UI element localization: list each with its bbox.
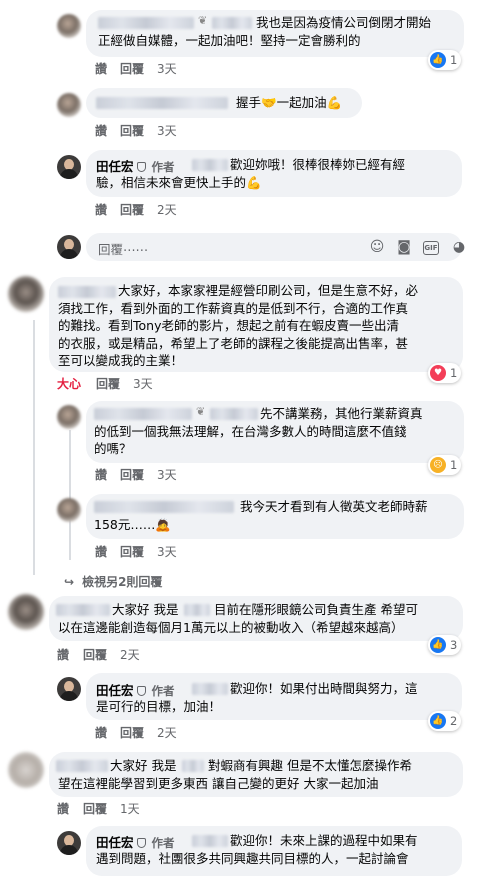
like-button[interactable]: 讚 [57,800,69,817]
reply-button[interactable]: 回覆 [120,466,144,483]
comment-text: 先不講業務，其他行業薪資真 的低到一個我無法理解，在台灣多數人的時間這麼不值錢 … [94,406,423,456]
like-button[interactable]: 讚 [95,60,107,77]
reaction-count[interactable]: 👍 1 [428,50,462,70]
sticker-icon[interactable]: ◕ [450,238,468,256]
reply-button[interactable]: 回覆 [83,800,107,817]
comment-text: 目前在隱形眼鏡公司負責生產 希望可 以在這邊能創造每個月1萬元以上的被動收入（希… [58,602,418,635]
thread-line [69,430,71,560]
comment-text: 歡迎你！未來上課的過程中如果有 遇到問題，社團很多共同興趣共同目標的人，一起討論… [96,833,418,866]
reply-arrow-icon: ↪ [64,575,75,589]
comment-text: 握手🤝一起加油💪 [236,95,343,110]
avatar[interactable] [57,677,81,701]
like-button[interactable]: 讚 [95,724,107,741]
like-button[interactable]: 讚 [95,466,107,483]
timestamp[interactable]: 2天 [157,724,177,741]
reply-button[interactable]: 回覆 [120,543,144,560]
timestamp[interactable]: 3天 [157,466,177,483]
reply-button[interactable]: 回覆 [83,646,107,663]
emoji-icon[interactable]: ☺ [368,238,386,256]
avatar[interactable] [57,831,81,855]
reply-button[interactable]: 回覆 [96,375,120,392]
like-button[interactable]: 讚 [95,543,107,560]
comment-text: 我今天才看到有人徵英文老師時薪 158元……🙇 [94,499,428,532]
timestamp[interactable]: 3天 [133,375,153,392]
like-button[interactable]: 讚 [95,122,107,139]
reaction-count[interactable]: ♥ 1 [428,363,462,383]
comment-text: 對蝦商有興趣 但是不太懂怎麼操作希 望在這裡能學習到更多東西 讓自己變的更好 大… [58,758,412,791]
avatar[interactable] [8,752,44,788]
like-reaction-icon: 👍 [430,637,446,653]
comment-text: 我也是因為疫情公司倒閉才開始 正經做自媒體，一起加油吧！堅持一定會勝利的 [98,15,432,48]
timestamp[interactable]: 1天 [120,800,140,817]
love-button[interactable]: 大心 [57,375,81,392]
reaction-count[interactable]: 👍 3 [428,635,462,655]
timestamp[interactable]: 3天 [157,60,177,77]
timestamp[interactable]: 2天 [120,646,140,663]
current-user-avatar [57,235,81,259]
gif-icon[interactable]: GIF [423,241,439,255]
like-reaction-icon: 👍 [430,713,446,729]
comment-text: 大家好，本家家裡是經營印刷公司，但是生意不好，必 須找工作，看到外面的工作薪資真… [58,283,419,368]
avatar[interactable] [8,276,44,312]
reply-button[interactable]: 回覆 [120,122,144,139]
like-button[interactable]: 讚 [95,201,107,218]
reply-button[interactable]: 回覆 [120,60,144,77]
avatar[interactable] [57,155,81,179]
timestamp[interactable]: 3天 [157,543,177,560]
reaction-count[interactable]: ☹ 1 [428,455,462,475]
commenter-name[interactable] [96,97,228,109]
avatar[interactable] [57,498,81,522]
reply-placeholder: 回覆⋯⋯ [98,242,149,257]
reply-button[interactable]: 回覆 [120,201,144,218]
timestamp[interactable]: 2天 [157,201,177,218]
timestamp[interactable]: 3天 [157,122,177,139]
like-button[interactable]: 讚 [57,646,69,663]
comment-text: 歡迎妳哦！很棒很棒妳已經有經 驗，相信未來會更快上手的💪 [96,157,406,190]
sad-reaction-icon: ☹ [430,457,446,473]
avatar[interactable] [57,405,81,429]
like-reaction-icon: 👍 [430,52,446,68]
love-reaction-icon: ♥ [430,365,446,381]
avatar[interactable] [8,594,44,630]
reaction-count[interactable]: 👍 2 [428,711,462,731]
comment-text: 歡迎你！如果付出時間與努力，這 是可行的目標，加油！ [96,681,418,714]
thread-line [33,320,35,575]
avatar[interactable] [57,14,81,38]
reply-button[interactable]: 回覆 [120,724,144,741]
camera-icon[interactable]: ◙ [395,238,413,256]
view-more-replies[interactable]: ↪ 檢視另2則回覆 [64,573,162,590]
reply-input[interactable]: 回覆⋯⋯ ☺ ◙ GIF ◕ [86,233,465,261]
avatar[interactable] [57,93,81,117]
